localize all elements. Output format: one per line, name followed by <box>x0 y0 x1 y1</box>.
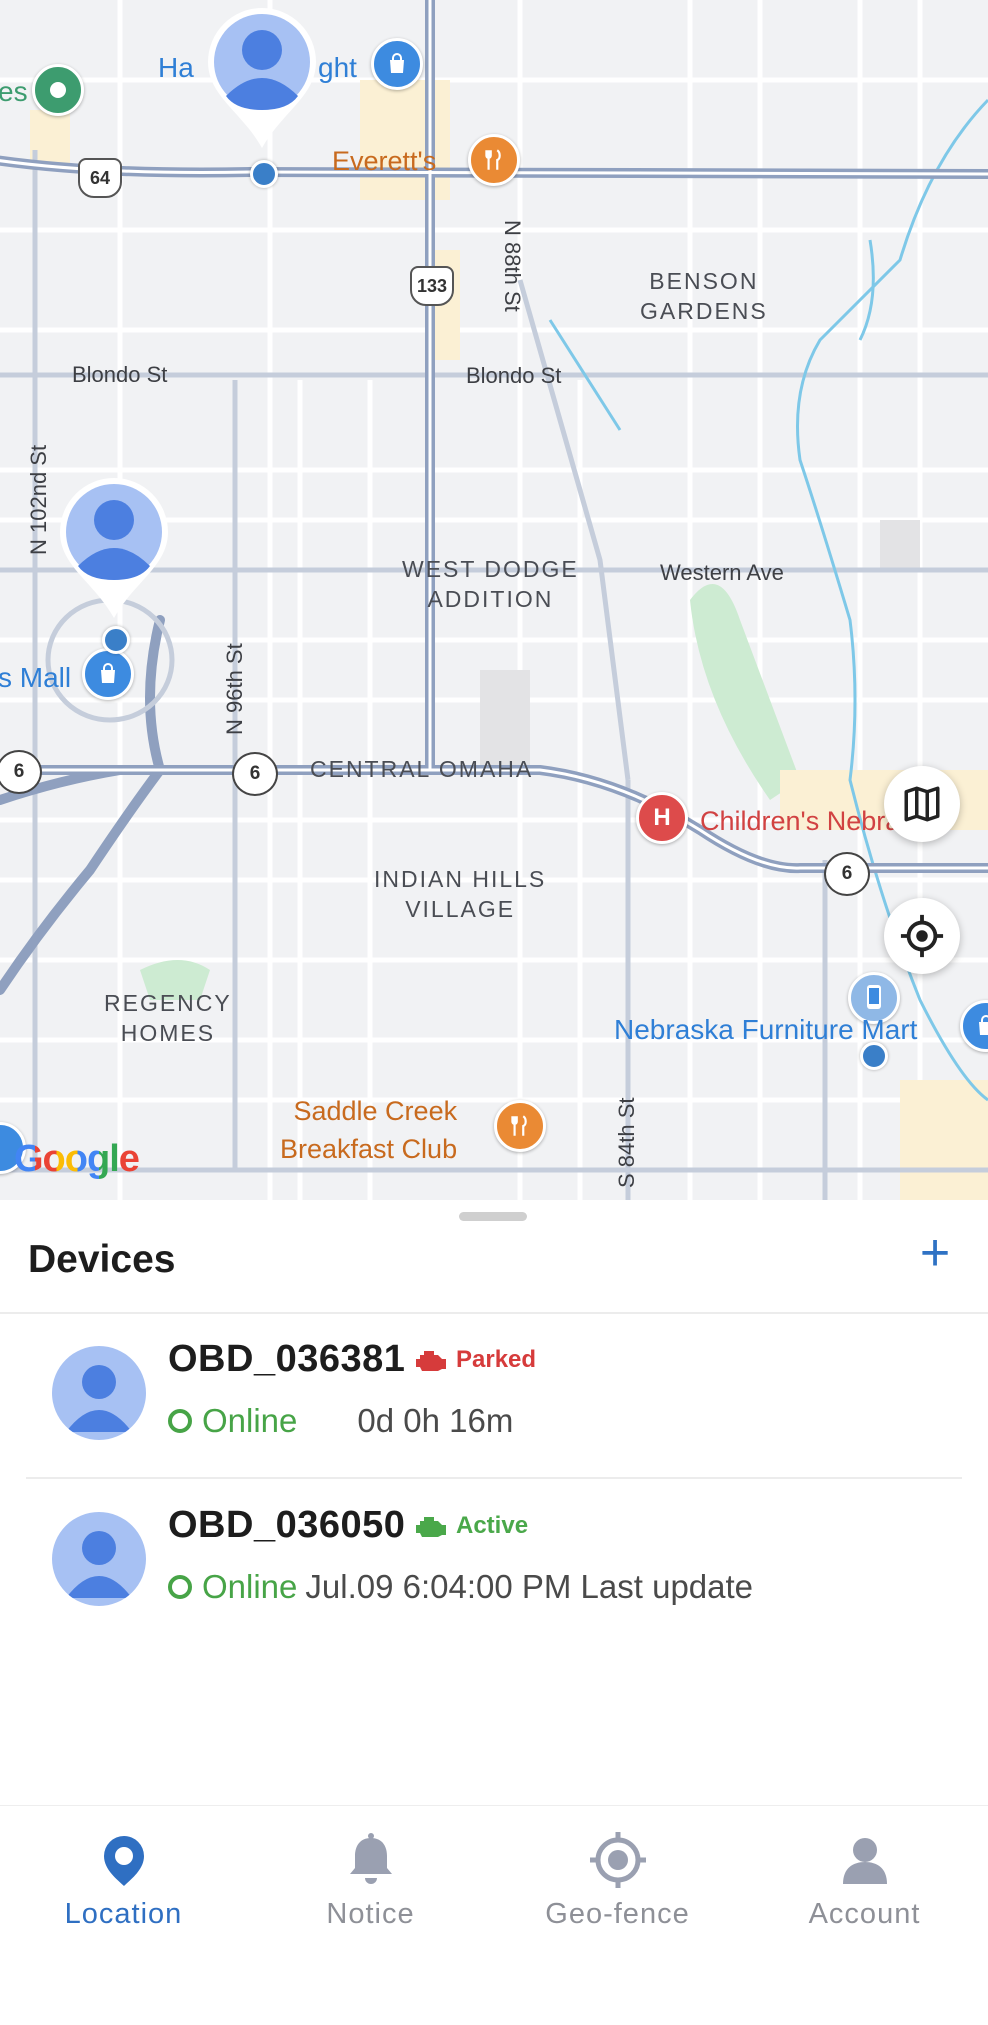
shopping-bag-icon[interactable] <box>371 38 423 90</box>
device-list-item[interactable]: OBD_036050 Active Online Jul.09 6:04:00 … <box>0 1478 988 1644</box>
device-location-dot <box>102 626 130 654</box>
tab-label: Account <box>808 1898 921 1930</box>
tab-label: Geo-fence <box>545 1898 690 1930</box>
poi-label-es[interactable]: es <box>0 76 28 108</box>
bottom-tab-bar: Location Notice Geo-fence Account <box>0 1805 988 2025</box>
restaurant-icon[interactable] <box>494 1100 546 1152</box>
engine-icon <box>416 1351 446 1371</box>
street-label-s-84th: S 84th St <box>614 1097 639 1188</box>
device-pin-marker[interactable] <box>204 4 320 154</box>
device-avatar <box>52 1512 146 1606</box>
device-location-dot <box>860 1042 888 1070</box>
device-status-line: Online Jul.09 6:04:00 PM Last update <box>168 1568 753 1606</box>
hospital-icon[interactable]: H <box>636 792 688 844</box>
last-update-text: Jul.09 6:04:00 PM Last update <box>305 1568 754 1605</box>
person-avatar-icon <box>66 1365 132 1432</box>
google-attribution-logo: Google <box>14 1138 140 1181</box>
crosshair-icon <box>900 914 944 958</box>
street-label-n-96th: N 96th St <box>222 643 247 735</box>
location-pin-icon <box>104 1836 144 1886</box>
street-label-blondo-west: Blondo St <box>72 362 168 387</box>
person-icon <box>843 1838 887 1884</box>
street-label-western-ave: Western Ave <box>660 560 784 585</box>
highway-64-shield: 64 <box>78 158 122 198</box>
sheet-drag-handle[interactable] <box>459 1212 527 1221</box>
device-avatar <box>52 1346 146 1440</box>
engine-status-badge: Active <box>414 1512 528 1540</box>
device-status-line: Online 0d 0h 16m <box>168 1402 513 1440</box>
sheet-title: Devices <box>28 1238 176 1281</box>
area-label-text: BENSON GARDENS <box>640 268 768 324</box>
online-status-icon <box>168 1575 192 1599</box>
device-avatar-pin-icon <box>208 8 316 148</box>
geofence-target-icon <box>590 1832 646 1888</box>
engine-status-badge: Parked <box>414 1346 536 1374</box>
area-label-central-omaha: CENTRAL OMAHA <box>310 754 533 784</box>
tab-label: Location <box>64 1898 183 1930</box>
area-label-text: WEST DODGE ADDITION <box>402 556 579 612</box>
poi-label-mall[interactable]: s Mall <box>0 662 71 694</box>
map-type-button[interactable] <box>884 766 960 842</box>
area-label-benson-gardens: BENSON GARDENS <box>640 266 768 326</box>
us-6-shield: 6 <box>232 752 278 796</box>
bell-icon <box>350 1833 392 1884</box>
map-view[interactable]: Blondo St Blondo St Western Ave N 102nd … <box>0 0 988 1200</box>
online-status-icon <box>168 1409 192 1433</box>
poi-label-ght[interactable]: ght <box>318 52 357 84</box>
poi-label-text: Saddle Creek Breakfast Club <box>280 1096 458 1164</box>
highway-133-shield: 133 <box>410 266 454 306</box>
device-pin-marker[interactable] <box>56 474 172 624</box>
engine-icon <box>416 1517 446 1537</box>
online-status-text: Online <box>202 1568 298 1605</box>
shopping-bag-icon[interactable] <box>82 648 134 700</box>
area-label-text: CENTRAL OMAHA <box>310 756 534 782</box>
poi-label-saddle-creek[interactable]: Saddle Creek Breakfast Club <box>280 1092 457 1168</box>
google-attribution-text: Google <box>14 1138 140 1180</box>
online-status-text: Online <box>202 1402 298 1439</box>
map-icon <box>904 786 940 822</box>
device-location-dot <box>250 160 278 188</box>
area-label-regency-homes: REGENCY HOMES <box>104 988 232 1048</box>
green-place-icon[interactable] <box>32 64 84 116</box>
engine-status-text: Active <box>456 1512 529 1539</box>
my-location-button[interactable] <box>884 898 960 974</box>
poi-label-everetts[interactable]: Everett's <box>332 142 436 180</box>
us-6-shield: 6 <box>824 852 870 896</box>
engine-status-text: Parked <box>456 1346 537 1373</box>
street-label-blondo-east: Blondo St <box>466 363 562 388</box>
person-avatar-icon <box>66 1531 132 1598</box>
tab-location[interactable]: Location <box>0 1806 247 1956</box>
area-label-indian-hills: INDIAN HILLS VILLAGE <box>374 864 546 924</box>
add-device-button[interactable]: + <box>908 1227 962 1282</box>
tab-account[interactable]: Account <box>741 1806 988 1956</box>
poi-label-ha[interactable]: Ha <box>158 52 194 84</box>
area-label-text: REGENCY HOMES <box>104 990 232 1046</box>
device-list-item[interactable]: OBD_036381 Parked Online 0d 0h 16m <box>0 1312 988 1478</box>
restaurant-icon[interactable] <box>468 134 520 186</box>
device-avatar-pin-icon <box>60 478 168 618</box>
area-label-text: INDIAN HILLS VILLAGE <box>374 866 547 922</box>
device-name: OBD_036381 <box>168 1338 406 1380</box>
street-label-n-88th: N 88th St <box>500 220 525 312</box>
area-label-west-dodge: WEST DODGE ADDITION <box>402 554 579 614</box>
device-duration-text: 0d 0h 16m <box>357 1402 514 1439</box>
device-name: OBD_036050 <box>168 1504 406 1546</box>
street-label-n-102nd: N 102nd St <box>26 444 51 555</box>
tab-geo-fence[interactable]: Geo-fence <box>494 1806 741 1956</box>
tab-label: Notice <box>326 1898 415 1930</box>
tab-notice[interactable]: Notice <box>247 1806 494 1956</box>
